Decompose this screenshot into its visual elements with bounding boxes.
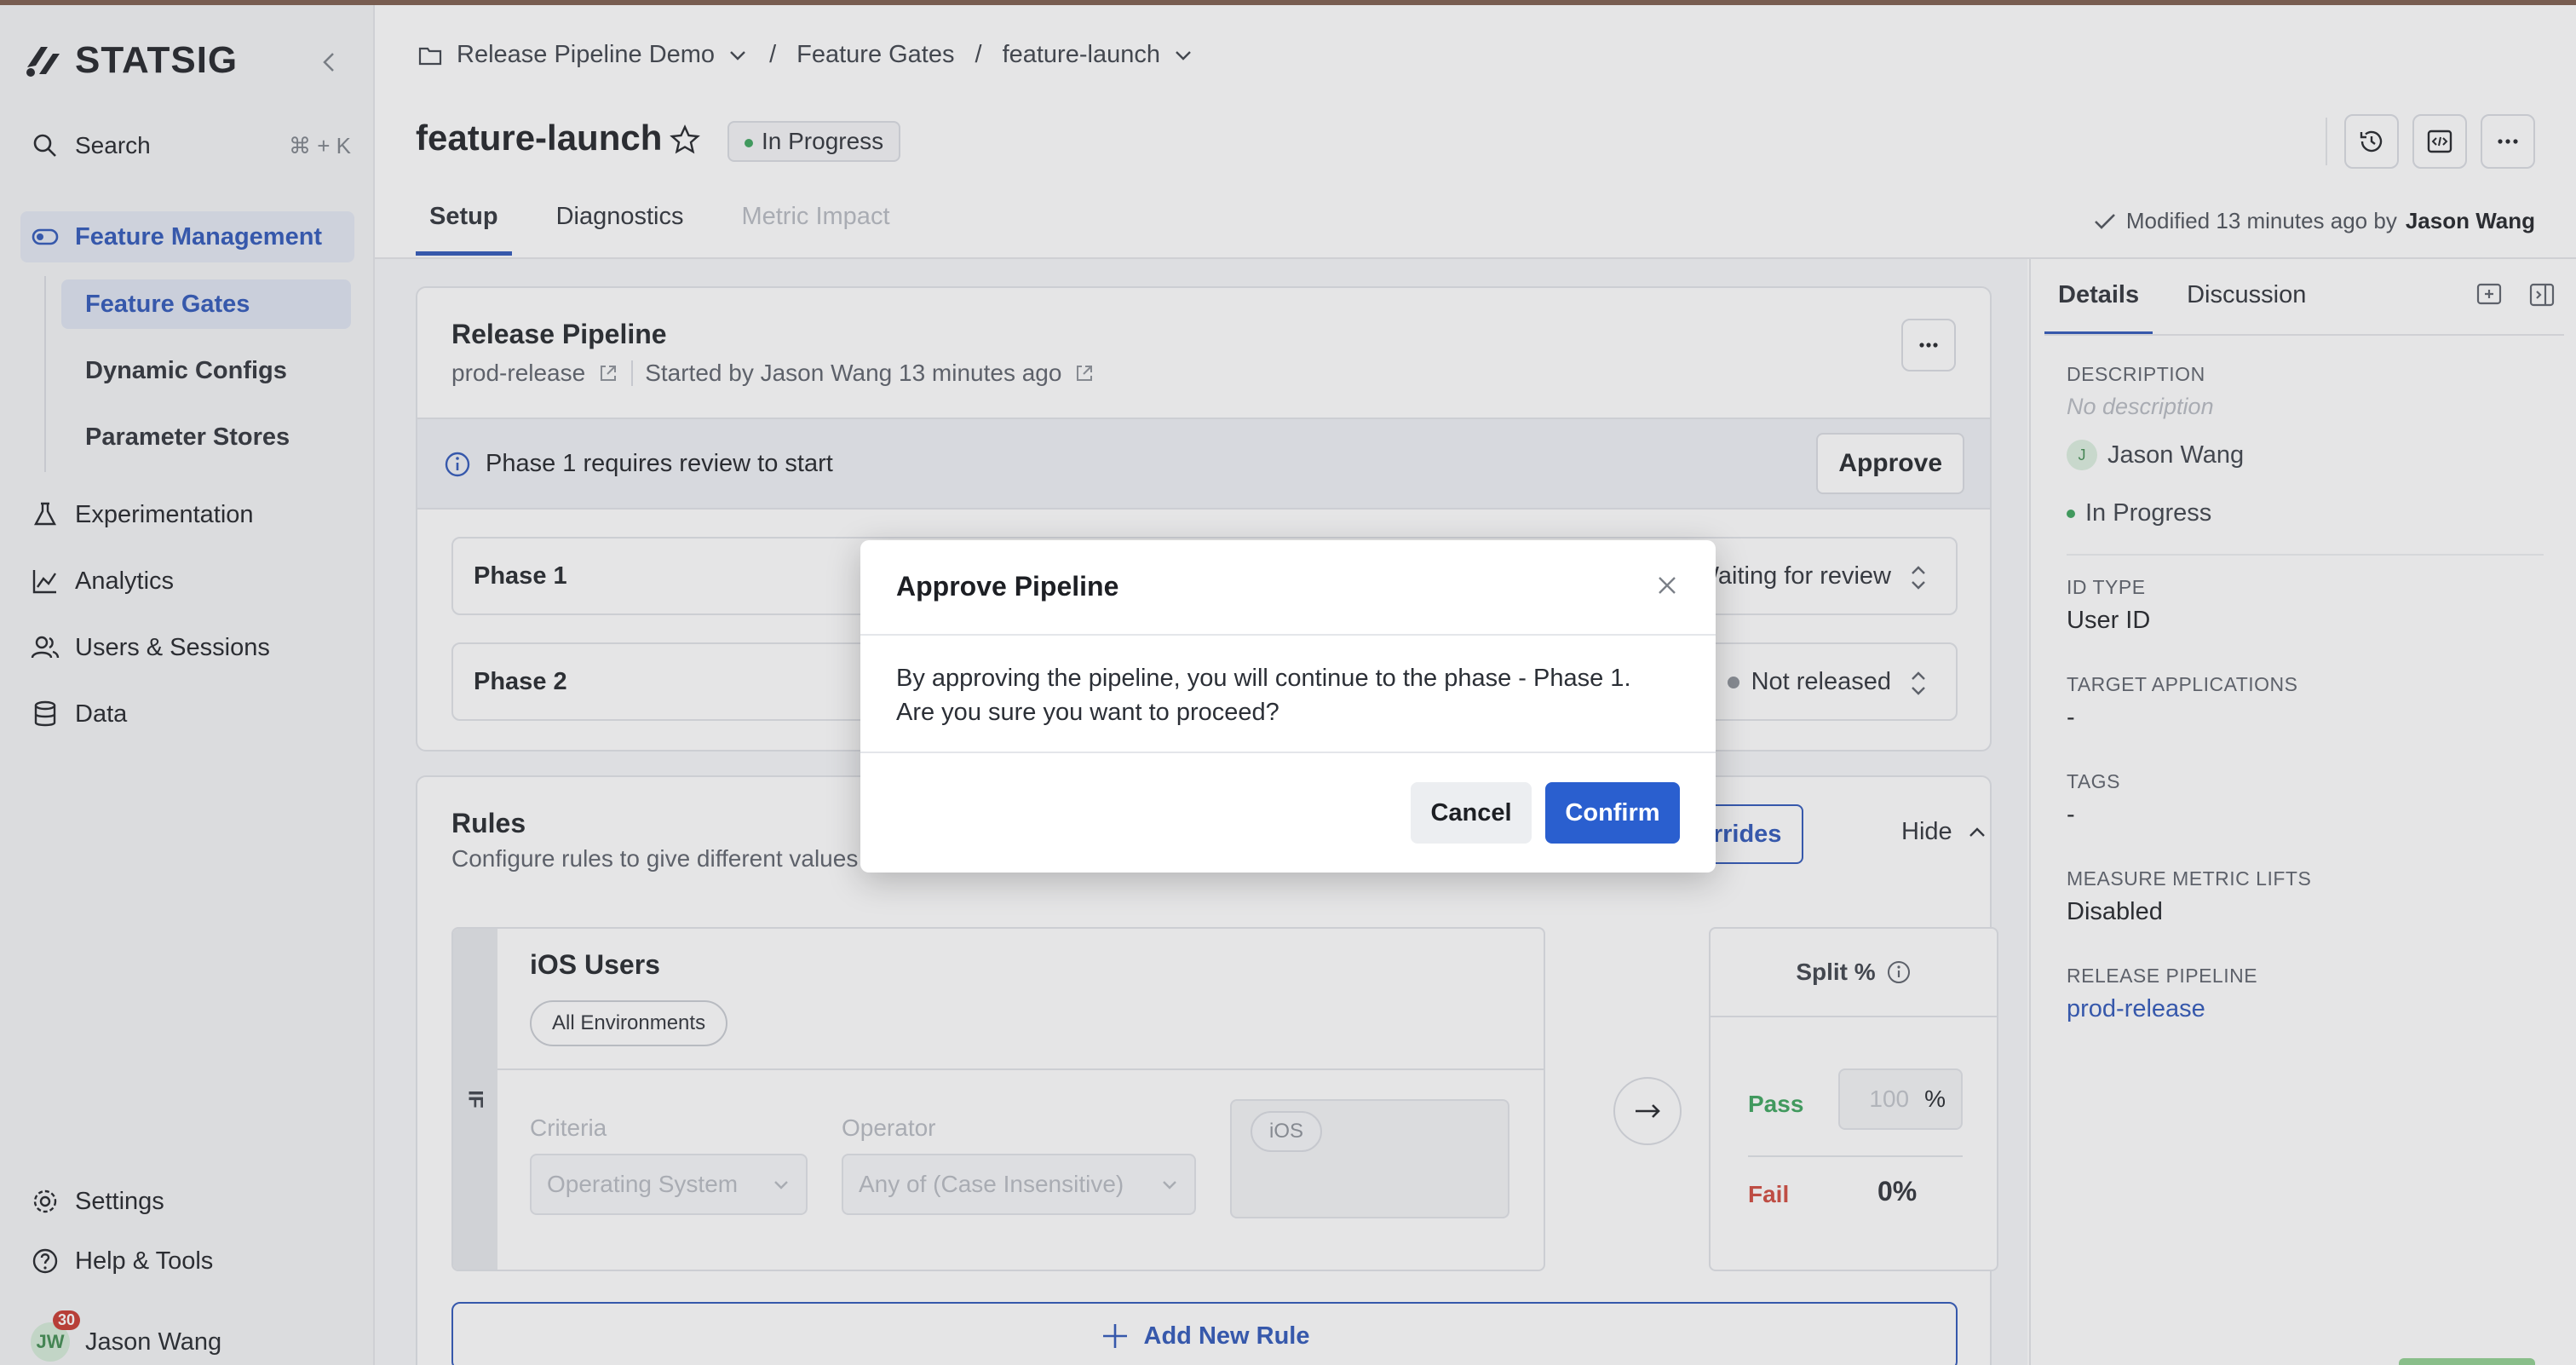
dialog-divider <box>860 752 1716 753</box>
dialog-divider <box>860 634 1716 636</box>
close-icon[interactable] <box>1654 573 1680 598</box>
cancel-button[interactable]: Cancel <box>1411 782 1532 844</box>
dialog-message-line2: Are you sure you want to proceed? <box>896 699 1279 726</box>
confirm-button[interactable]: Confirm <box>1545 782 1680 844</box>
dialog-title: Approve Pipeline <box>896 571 1119 602</box>
approve-pipeline-dialog: Approve Pipeline By approving the pipeli… <box>860 540 1716 873</box>
dialog-message: By approving the pipeline, you will cont… <box>896 661 1680 729</box>
dialog-message-line1: By approving the pipeline, you will cont… <box>896 665 1631 692</box>
